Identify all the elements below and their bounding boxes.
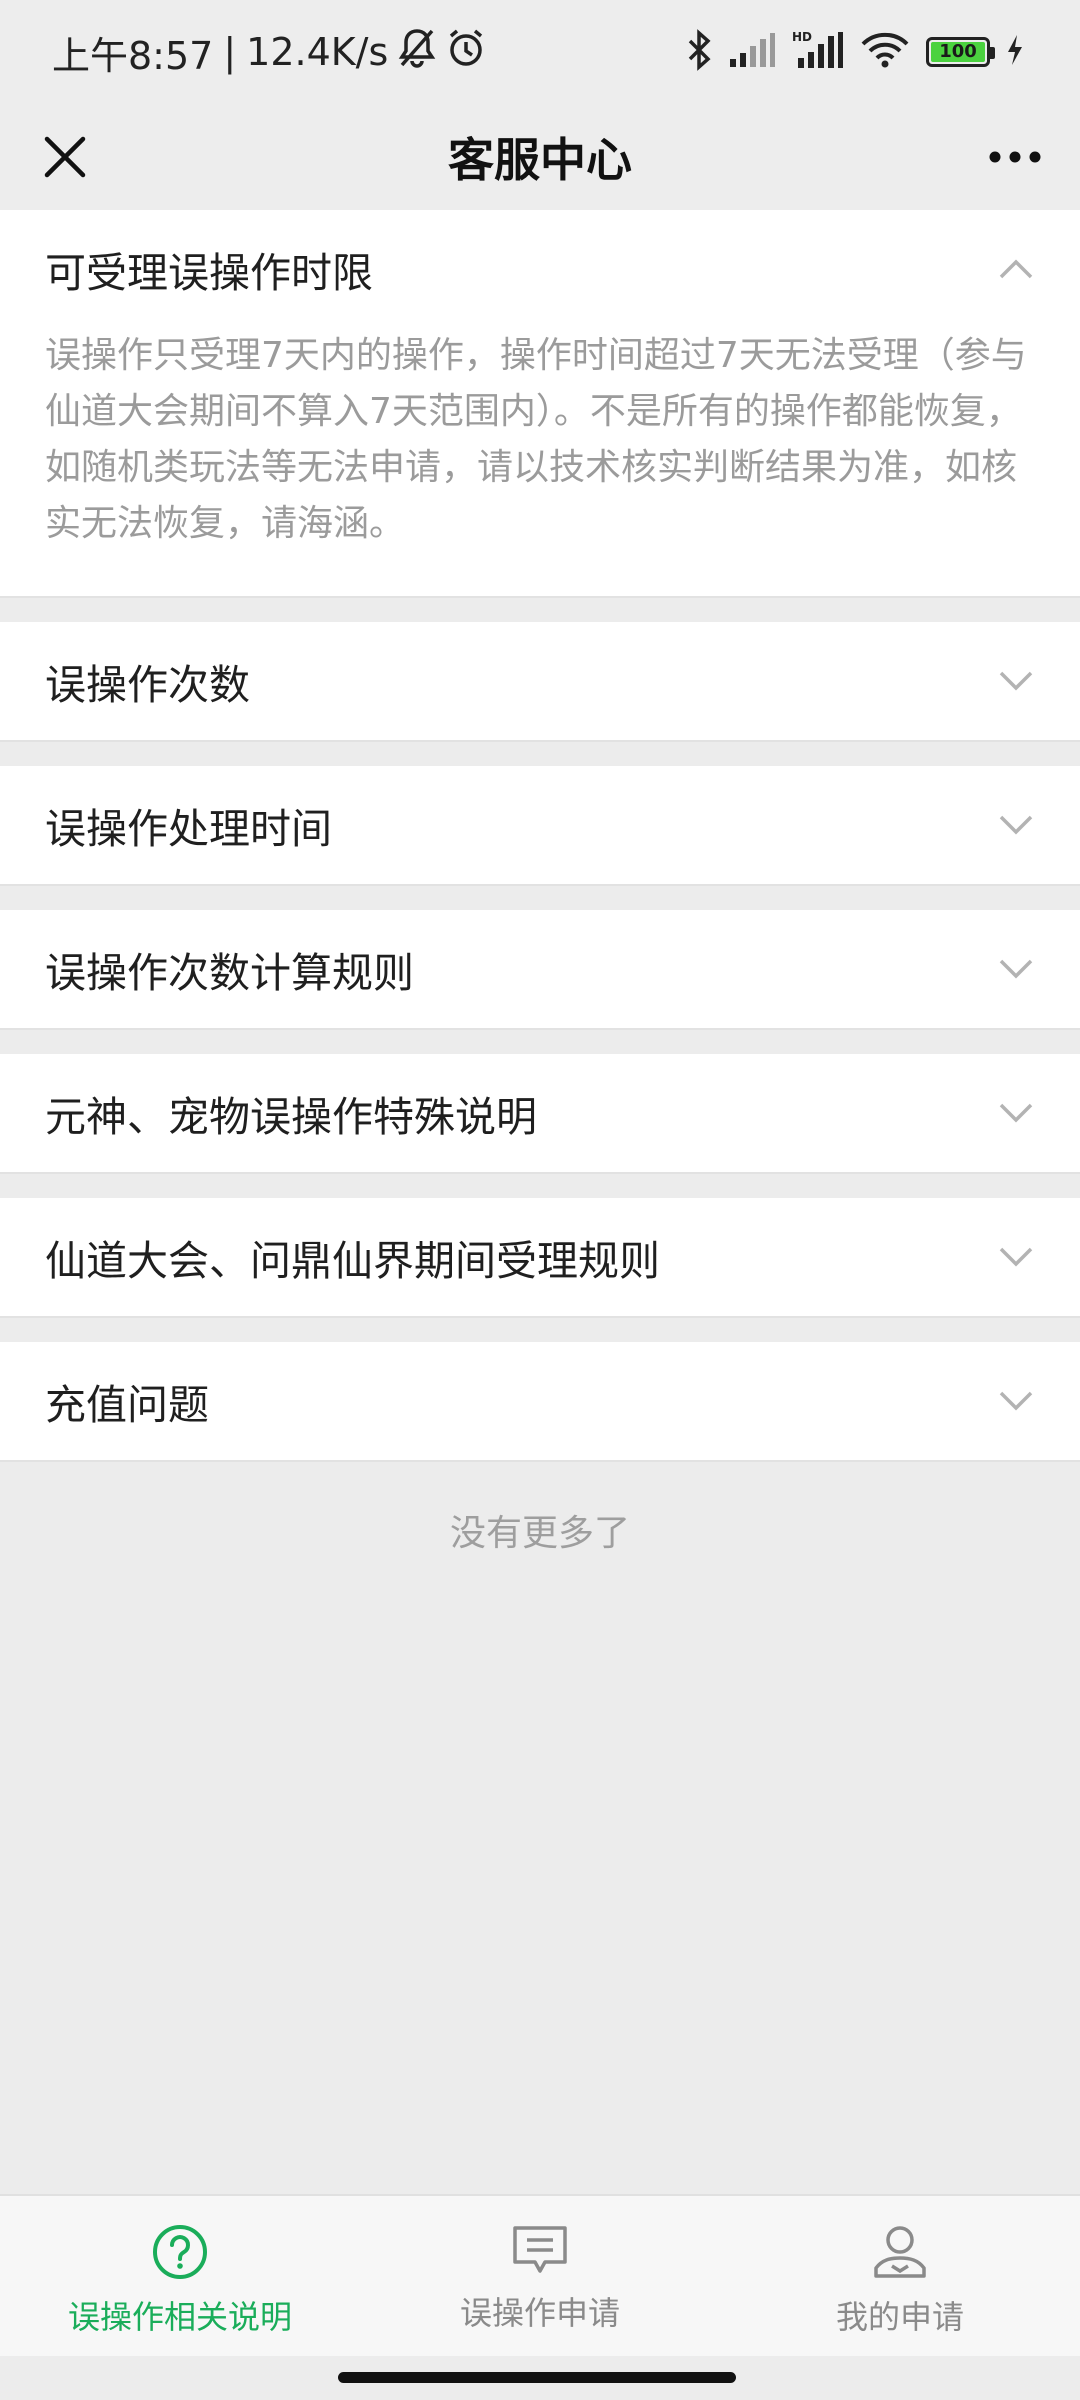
faq-section: 误操作处理时间	[0, 766, 1080, 886]
status-right: HD 100	[686, 26, 1024, 78]
faq-list: 可受理误操作时限 误操作只受理7天内的操作，操作时间超过7天无法受理（参与仙道大…	[0, 210, 1080, 1556]
chevron-down-icon	[999, 671, 1033, 691]
faq-title: 元神、宠物误操作特殊说明	[45, 1093, 537, 1141]
chevron-down-icon	[999, 1247, 1033, 1267]
more-icon	[989, 151, 1041, 163]
home-indicator[interactable]	[338, 2372, 736, 2383]
faq-section: 可受理误操作时限 误操作只受理7天内的操作，操作时间超过7天无法受理（参与仙道大…	[0, 210, 1080, 598]
faq-header-event-rules[interactable]: 仙道大会、问鼎仙界期间受理规则	[0, 1198, 1080, 1316]
faq-title: 误操作次数	[45, 661, 250, 709]
status-left: 上午8:57 | 12.4K/s	[52, 26, 486, 78]
user-icon	[874, 2226, 926, 2278]
charging-icon	[1006, 33, 1024, 71]
chevron-down-icon	[999, 1391, 1033, 1411]
net-speed: 12.4K/s	[246, 30, 389, 74]
alarm-icon	[446, 27, 486, 78]
battery-level: 100	[931, 42, 985, 62]
tab-label: 我的申请	[835, 2298, 964, 2336]
close-icon	[44, 136, 86, 178]
chevron-down-icon	[999, 1103, 1033, 1123]
faq-header-count[interactable]: 误操作次数	[0, 622, 1080, 740]
faq-body: 误操作只受理7天内的操作，操作时间超过7天无法受理（参与仙道大会期间不算入7天范…	[45, 335, 1027, 544]
mute-bell-icon	[398, 27, 436, 78]
faq-title: 误操作处理时间	[45, 805, 332, 853]
message-icon	[513, 2226, 567, 2273]
status-separator: |	[223, 30, 237, 74]
chevron-down-icon	[999, 959, 1033, 979]
tab-my-applications[interactable]: 我的申请	[720, 2196, 1080, 2356]
status-time: 上午8:57	[52, 33, 214, 78]
faq-section: 元神、宠物误操作特殊说明	[0, 1054, 1080, 1174]
signal-icon	[728, 31, 776, 73]
tab-instructions[interactable]: 误操作相关说明	[0, 2196, 360, 2356]
bluetooth-icon	[686, 29, 712, 75]
chevron-up-icon	[999, 259, 1033, 279]
faq-header-count-rules[interactable]: 误操作次数计算规则	[0, 910, 1080, 1028]
bottom-tab-bar: 误操作相关说明 误操作申请 我的申请	[0, 2194, 1080, 2356]
nav-bar: 客服中心	[0, 104, 1080, 210]
tab-apply[interactable]: 误操作申请	[360, 2196, 720, 2356]
wifi-icon	[860, 31, 910, 73]
svg-text:HD: HD	[792, 30, 812, 44]
faq-section: 充值问题	[0, 1342, 1080, 1462]
faq-header-recharge[interactable]: 充值问题	[0, 1342, 1080, 1460]
faq-title: 可受理误操作时限	[45, 249, 373, 297]
faq-title: 误操作次数计算规则	[45, 949, 414, 997]
faq-section: 误操作次数计算规则	[0, 910, 1080, 1030]
hd-signal-icon: HD	[792, 30, 844, 74]
tab-label: 误操作申请	[459, 2294, 620, 2332]
close-button[interactable]	[30, 122, 100, 192]
page-title: 客服中心	[448, 133, 632, 187]
question-circle-icon	[153, 2225, 207, 2279]
faq-header-processing-time[interactable]: 误操作处理时间	[0, 766, 1080, 884]
faq-header-time-limit[interactable]: 可受理误操作时限	[0, 210, 1080, 328]
no-more-text: 没有更多了	[449, 1513, 630, 1554]
faq-section: 仙道大会、问鼎仙界期间受理规则	[0, 1198, 1080, 1318]
faq-title: 充值问题	[45, 1381, 209, 1429]
more-button[interactable]	[978, 122, 1052, 192]
battery-icon: 100	[926, 37, 995, 67]
status-bar: 上午8:57 | 12.4K/s HD 100	[0, 0, 1080, 104]
tab-label: 误操作相关说明	[67, 2298, 292, 2336]
chevron-down-icon	[999, 815, 1033, 835]
faq-section: 误操作次数	[0, 622, 1080, 742]
faq-title: 仙道大会、问鼎仙界期间受理规则	[45, 1237, 660, 1285]
faq-header-spirit-pet[interactable]: 元神、宠物误操作特殊说明	[0, 1054, 1080, 1172]
